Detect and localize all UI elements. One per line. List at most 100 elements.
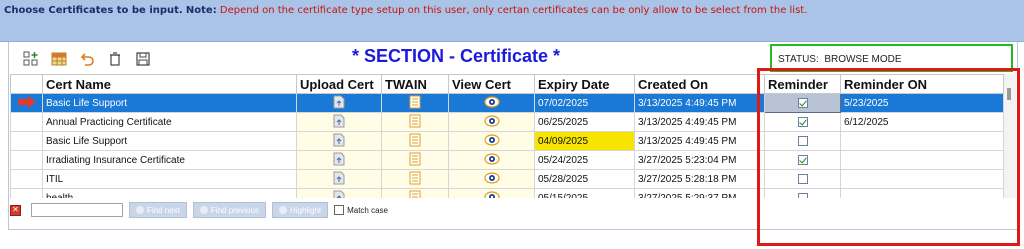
scan-document-icon[interactable] xyxy=(409,152,421,169)
header-twain[interactable]: TWAIN xyxy=(381,74,449,94)
save-icon[interactable] xyxy=(134,50,152,68)
row-indicator xyxy=(10,188,43,198)
scan-document-icon[interactable] xyxy=(409,190,421,198)
header-view-cert[interactable]: View Cert xyxy=(448,74,535,94)
created-on-cell[interactable]: 3/27/2025 5:29:37 PM xyxy=(634,188,765,198)
created-on-cell[interactable]: 3/13/2025 4:49:45 PM xyxy=(634,93,765,113)
scan-document-icon[interactable] xyxy=(409,95,421,112)
header-cert-name[interactable]: Cert Name xyxy=(42,74,297,94)
eye-icon[interactable] xyxy=(483,95,500,111)
expiry-date-cell[interactable]: 06/25/2025 xyxy=(534,112,635,132)
close-find-icon[interactable]: ✕ xyxy=(10,204,21,216)
upload-icon[interactable] xyxy=(333,133,345,150)
view-cert-cell[interactable] xyxy=(448,131,535,151)
highlight-icon xyxy=(278,206,287,214)
find-next-label: Find next xyxy=(147,205,180,215)
highlight-label: Highlight xyxy=(289,205,322,215)
upload-icon[interactable] xyxy=(333,114,345,131)
eye-icon[interactable] xyxy=(483,133,500,149)
status-value: BROWSE MODE xyxy=(824,54,902,65)
upload-cert-cell[interactable] xyxy=(296,131,382,151)
upload-icon[interactable] xyxy=(333,190,345,198)
find-bar: ✕ Find next Find previous Highlight Matc… xyxy=(10,200,760,220)
created-on-cell[interactable]: 3/13/2025 4:49:45 PM xyxy=(634,131,765,151)
row-indicator xyxy=(10,112,43,132)
scan-document-icon[interactable] xyxy=(409,133,421,150)
row-indicator xyxy=(10,150,43,170)
twain-cell[interactable] xyxy=(381,150,449,170)
row-indicator xyxy=(10,169,43,189)
match-case-option[interactable]: Match case xyxy=(334,205,388,215)
add-record-icon[interactable] xyxy=(22,50,40,68)
twain-cell[interactable] xyxy=(381,169,449,189)
created-on-cell[interactable]: 3/27/2025 5:28:18 PM xyxy=(634,169,765,189)
cert-name-cell[interactable]: Basic Life Support xyxy=(42,93,297,113)
cert-name-cell[interactable]: Basic Life Support xyxy=(42,131,297,151)
toolbar xyxy=(22,48,152,70)
section-title: * SECTION - Certificate * xyxy=(352,46,561,66)
upload-cert-cell[interactable] xyxy=(296,112,382,132)
undo-icon[interactable] xyxy=(78,50,96,68)
instruction-warning: Depend on the certificate type setup on … xyxy=(219,5,808,16)
grid-icon[interactable] xyxy=(50,50,68,68)
upload-cert-cell[interactable] xyxy=(296,188,382,198)
cert-name-cell[interactable]: Annual Practicing Certificate xyxy=(42,112,297,132)
view-cert-cell[interactable] xyxy=(448,112,535,132)
twain-cell[interactable] xyxy=(381,93,449,113)
status-label: STATUS: xyxy=(778,54,819,65)
expiry-date-cell[interactable]: 07/02/2025 xyxy=(534,93,635,113)
upload-icon[interactable] xyxy=(333,152,345,169)
twain-cell[interactable] xyxy=(381,188,449,198)
cert-name-cell[interactable]: health xyxy=(42,188,297,198)
find-previous-button[interactable]: Find previous xyxy=(192,202,266,218)
twain-cell[interactable] xyxy=(381,112,449,132)
find-next-icon xyxy=(136,206,144,214)
upload-icon[interactable] xyxy=(333,95,345,112)
scan-document-icon[interactable] xyxy=(409,114,421,131)
created-on-cell[interactable]: 3/13/2025 4:49:45 PM xyxy=(634,112,765,132)
expiry-date-cell[interactable]: 05/28/2025 xyxy=(534,169,635,189)
view-cert-cell[interactable] xyxy=(448,150,535,170)
header-created-on[interactable]: Created On xyxy=(634,74,765,94)
upload-cert-cell[interactable] xyxy=(296,150,382,170)
expiry-date-cell[interactable]: 04/09/2025 xyxy=(534,131,635,151)
header-upload-cert[interactable]: Upload Cert xyxy=(296,74,382,94)
twain-cell[interactable] xyxy=(381,131,449,151)
view-cert-cell[interactable] xyxy=(448,93,535,113)
eye-icon[interactable] xyxy=(483,114,500,130)
upload-cert-cell[interactable] xyxy=(296,169,382,189)
upload-icon[interactable] xyxy=(333,171,345,188)
header-expiry-date[interactable]: Expiry Date xyxy=(534,74,635,94)
delete-icon[interactable] xyxy=(106,50,124,68)
find-input[interactable] xyxy=(31,203,123,217)
created-on-cell[interactable]: 3/27/2025 5:23:04 PM xyxy=(634,150,765,170)
row-indicator xyxy=(10,131,43,151)
eye-icon[interactable] xyxy=(483,190,500,198)
find-previous-icon xyxy=(199,206,208,214)
reminder-highlight-annotation xyxy=(757,68,1020,246)
eye-icon[interactable] xyxy=(483,171,500,187)
highlight-button[interactable]: Highlight xyxy=(271,202,329,218)
cert-name-cell[interactable]: ITIL xyxy=(42,169,297,189)
row-indicator xyxy=(10,93,43,113)
match-case-label: Match case xyxy=(347,205,388,215)
expiry-date-cell[interactable]: 05/15/2025 xyxy=(534,188,635,198)
instruction-banner: Choose Certificates to be input. Note: D… xyxy=(0,0,1024,42)
view-cert-cell[interactable] xyxy=(448,188,535,198)
find-previous-label: Find previous xyxy=(210,205,259,215)
match-case-checkbox[interactable] xyxy=(334,205,345,215)
certificate-window: Choose Certificates to be input. Note: D… xyxy=(0,0,1024,249)
instruction-lead: Choose Certificates to be input. xyxy=(4,5,183,16)
instruction-note-label: Note: xyxy=(185,5,217,16)
upload-cert-cell[interactable] xyxy=(296,93,382,113)
cert-name-cell[interactable]: Irradiating Insurance Certificate xyxy=(42,150,297,170)
view-cert-cell[interactable] xyxy=(448,169,535,189)
find-next-button[interactable]: Find next xyxy=(129,202,187,218)
current-row-arrow-icon xyxy=(17,95,37,111)
eye-icon[interactable] xyxy=(483,152,500,168)
row-indicator-header xyxy=(10,74,43,94)
instruction-text: Choose Certificates to be input. Note: D… xyxy=(4,5,807,16)
scan-document-icon[interactable] xyxy=(409,171,421,188)
expiry-date-cell[interactable]: 05/24/2025 xyxy=(534,150,635,170)
status-text: STATUS: BROWSE MODE xyxy=(778,54,902,65)
